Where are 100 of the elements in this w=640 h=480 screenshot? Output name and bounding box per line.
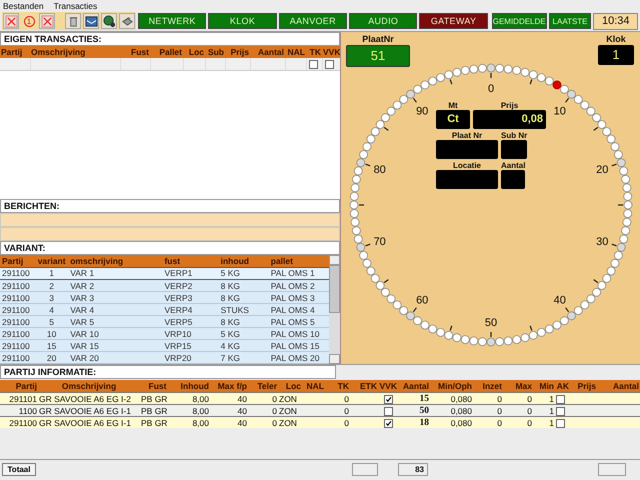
- globe-icon[interactable]: [101, 13, 117, 30]
- checkbox[interactable]: [324, 60, 334, 70]
- menu-item[interactable]: Bestanden: [3, 0, 44, 11]
- column-header[interactable]: Omschrijving: [38, 380, 140, 393]
- dial-label: 90: [416, 105, 428, 118]
- column-header[interactable]: TK: [325, 380, 350, 393]
- checkbox[interactable]: [384, 418, 392, 428]
- table-cell: 40: [210, 404, 248, 417]
- column-header[interactable]: Omschrijving: [30, 46, 120, 58]
- column-header[interactable]: VVK: [378, 380, 398, 393]
- column-header[interactable]: pallet: [268, 254, 329, 268]
- nav-button[interactable]: GATEWAY: [419, 13, 488, 30]
- menu-item[interactable]: Transacties: [54, 0, 98, 11]
- table-cell: ZON: [278, 416, 302, 428]
- table-row[interactable]: 291100 4 VAR 4 VERP4 STUKS PAL OMS 4: [0, 304, 329, 316]
- view-button[interactable]: LAATSTE: [548, 13, 592, 30]
- table-row[interactable]: 291100 10 VAR 10 VRP10 5 KG PAL OMS 10: [0, 328, 329, 340]
- column-header[interactable]: Aantal: [250, 46, 285, 58]
- total-button[interactable]: Totaal: [2, 463, 36, 476]
- column-header[interactable]: Max f/p: [210, 380, 248, 393]
- column-header[interactable]: Max: [503, 380, 533, 393]
- table-cell: 0: [473, 392, 503, 405]
- column-header[interactable]: NAL: [302, 380, 325, 393]
- table-cell: 0: [325, 392, 350, 405]
- column-header[interactable]: Min/Oph: [430, 380, 473, 393]
- nav-button[interactable]: AANVOER: [278, 13, 348, 30]
- table-cell: 0: [503, 392, 533, 405]
- table-cell: 18: [398, 416, 430, 428]
- table-row[interactable]: 291100 15 VAR 15 VRP15 4 KG PAL OMS 15: [0, 340, 329, 352]
- table-cell: 0: [473, 416, 503, 428]
- column-header[interactable]: Partij: [0, 380, 38, 393]
- column-header[interactable]: Aantal: [597, 380, 640, 393]
- table-cell: 0: [248, 404, 278, 417]
- table-cell: 1: [533, 404, 555, 417]
- field-label: Sub Nr: [501, 130, 528, 140]
- column-header[interactable]: Loc: [278, 380, 302, 393]
- table-row[interactable]: 291100 1 VAR 1 VERP1 5 KG PAL OMS 1: [0, 267, 329, 280]
- table-cell: 291100: [0, 416, 38, 428]
- table-row[interactable]: 291100 3 VAR 3 VERP3 8 KG PAL OMS 3: [0, 292, 329, 304]
- table-row[interactable]: 291100 20 VAR 20 VRP20 7 KG PAL OMS 20: [0, 352, 329, 364]
- table-cell: 0: [473, 404, 503, 417]
- checkbox[interactable]: [384, 406, 392, 416]
- column-header[interactable]: Fust: [120, 46, 150, 58]
- dial-label: 20: [596, 164, 608, 176]
- status-field: 83: [398, 463, 428, 476]
- nav-button[interactable]: AUDIO: [349, 13, 418, 30]
- checkbox[interactable]: [556, 394, 565, 404]
- dial-label: 0: [488, 82, 494, 95]
- checkbox[interactable]: [384, 394, 392, 404]
- scroll-thumb[interactable]: [329, 264, 340, 313]
- cancel-icon[interactable]: [39, 13, 55, 30]
- column-header[interactable]: Aantal: [398, 380, 430, 393]
- column-header[interactable]: Prijs: [570, 380, 597, 393]
- value-display: [436, 140, 498, 159]
- scrollbar[interactable]: [329, 254, 340, 364]
- column-header[interactable]: NAL: [285, 46, 306, 58]
- column-header[interactable]: ETK: [350, 380, 378, 393]
- column-header[interactable]: variant: [35, 254, 68, 268]
- column-header[interactable]: Inhoud: [175, 380, 210, 393]
- column-header[interactable]: Teler: [248, 380, 278, 393]
- bin-icon[interactable]: [65, 13, 81, 30]
- column-header[interactable]: Partij: [0, 254, 36, 268]
- column-header[interactable]: Inzet: [473, 380, 503, 393]
- column-header[interactable]: VVK: [322, 46, 340, 58]
- column-header[interactable]: AK: [555, 380, 570, 393]
- table-row[interactable]: 291100 5 VAR 5 VERP5 8 KG PAL OMS 5: [0, 316, 329, 328]
- table-cell: PB GR: [140, 416, 175, 428]
- table-cell: 40: [210, 392, 248, 405]
- section-title: BERICHTEN:: [0, 198, 340, 213]
- alert-button[interactable]: 1: [21, 13, 37, 30]
- column-header[interactable]: fust: [162, 254, 219, 268]
- column-header[interactable]: Loc: [183, 46, 205, 58]
- cancel-icon[interactable]: [3, 13, 19, 30]
- column-header[interactable]: Min: [533, 380, 555, 393]
- field-label: Aantal: [501, 160, 526, 170]
- table-cell: 15: [398, 392, 430, 405]
- column-header[interactable]: omschrijving: [68, 254, 162, 268]
- section-title: PARTIJ INFORMATIE:: [0, 365, 336, 380]
- table-cell: 40: [210, 416, 248, 428]
- nav-button[interactable]: KLOK: [208, 13, 277, 30]
- table-cell: 50: [398, 404, 430, 417]
- column-header[interactable]: inhoud: [218, 254, 269, 268]
- column-header[interactable]: Fust: [140, 380, 175, 393]
- view-button[interactable]: GEMIDDELDE: [492, 13, 547, 30]
- printer-icon[interactable]: [119, 13, 135, 30]
- column-header[interactable]: Prijs: [225, 46, 250, 58]
- column-header[interactable]: Sub: [205, 46, 225, 58]
- dial-label: 50: [484, 316, 498, 329]
- column-header[interactable]: Pallet: [150, 46, 183, 58]
- table-row[interactable]: 291100 2 VAR 2 VERP2 8 KG PAL OMS 2: [0, 279, 329, 292]
- mail-icon[interactable]: [83, 13, 99, 30]
- checkbox[interactable]: [556, 406, 565, 416]
- dial-label: 30: [596, 236, 608, 248]
- checkbox[interactable]: [308, 60, 318, 70]
- nav-button[interactable]: NETWERK: [138, 13, 206, 30]
- table-cell: PB GR: [140, 404, 175, 417]
- column-header[interactable]: TK: [306, 46, 322, 58]
- checkbox[interactable]: [556, 418, 565, 428]
- column-header[interactable]: Partij: [0, 46, 30, 58]
- table-cell: ZON: [278, 392, 302, 405]
